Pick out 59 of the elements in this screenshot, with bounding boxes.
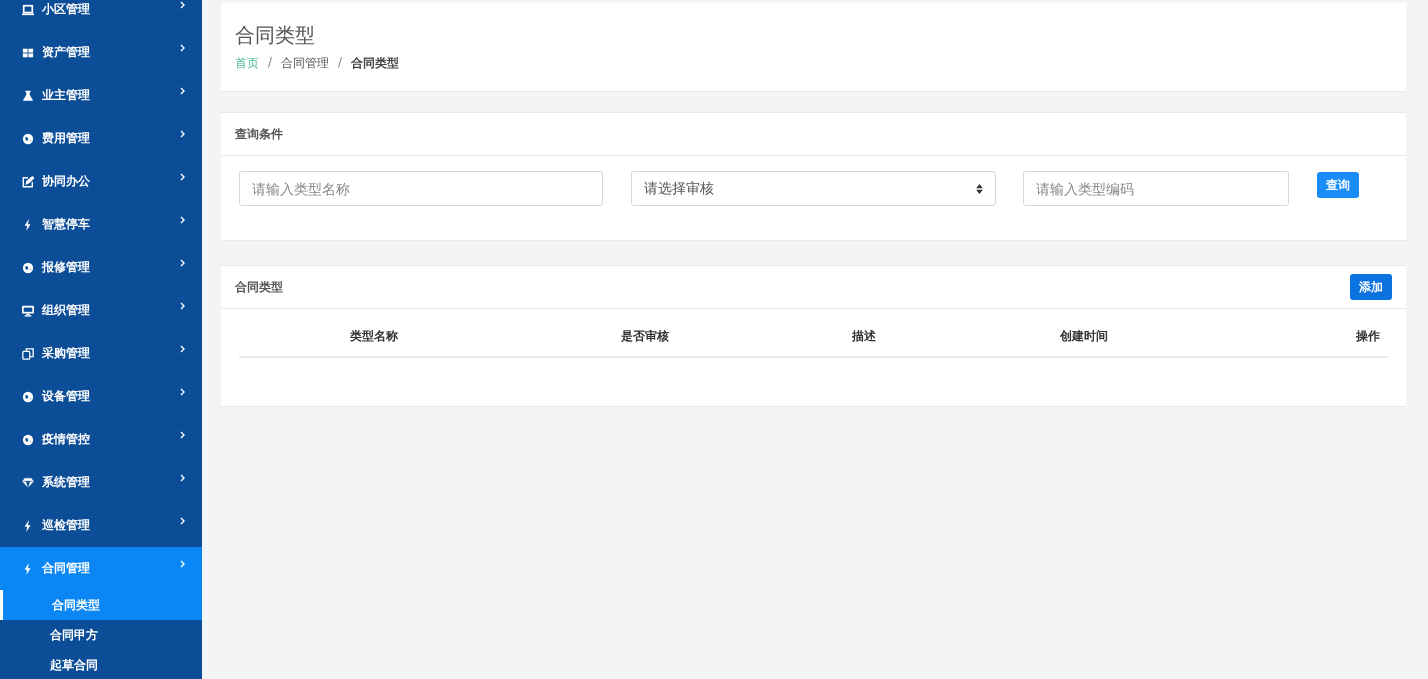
chevron-icon (180, 43, 186, 52)
flask-icon (22, 89, 34, 102)
column-header: 是否审核 (620, 328, 670, 345)
chevron-icon (180, 516, 186, 525)
breadcrumb-item: 合同类型 (351, 55, 400, 72)
select-field[interactable]: 请选择审核 (631, 171, 996, 206)
sidebar-item[interactable]: 资产管理 (0, 31, 202, 74)
chevron-icon (180, 559, 186, 568)
chevron-icon (180, 172, 186, 181)
edit-icon (22, 175, 34, 188)
panel-title: 合同类型 (235, 278, 283, 296)
diamond-icon (22, 476, 34, 489)
column-header: 描述 (851, 328, 877, 345)
sidebar-item[interactable]: 报修管理 (0, 246, 202, 289)
sort-icon (976, 183, 983, 194)
input-field[interactable]: 请输入类型名称 (239, 171, 603, 206)
grid-icon (22, 46, 34, 59)
panel-title: 查询条件 (235, 125, 283, 143)
chevron-icon (180, 387, 186, 396)
sidebar-item[interactable]: 系统管理 (0, 461, 202, 504)
breadcrumb-separator: / (338, 55, 343, 71)
chevron-icon (180, 473, 186, 482)
monitor-icon (22, 304, 34, 317)
sidebar-item[interactable]: 业主管理 (0, 74, 202, 117)
page-title: 合同类型 (235, 22, 316, 47)
chevron-icon (180, 0, 186, 9)
sidebar-item[interactable]: 智慧停车 (0, 203, 202, 246)
laptop-icon (22, 3, 34, 16)
chevron-icon (180, 258, 186, 267)
globe-icon (22, 390, 34, 403)
breadcrumb-separator: / (268, 55, 273, 71)
input-field[interactable]: 请输入类型编码 (1023, 171, 1289, 206)
chevron-icon (180, 430, 186, 439)
chevron-icon (180, 301, 186, 310)
column-header: 类型名称 (349, 328, 399, 345)
sidebar-item[interactable]: 合同管理 (0, 547, 202, 590)
chevron-icon (180, 344, 186, 353)
sidebar-item[interactable]: 小区管理 (0, 0, 202, 31)
globe-icon (22, 433, 34, 446)
sidebar-item[interactable]: 费用管理 (0, 117, 202, 160)
column-header: 创建时间 (1059, 328, 1109, 345)
submenu-item[interactable]: 起草合同 (0, 650, 202, 679)
globe-icon (22, 261, 34, 274)
chevron-icon (180, 86, 186, 95)
sidebar-item[interactable]: 疫情管控 (0, 418, 202, 461)
submenu-item[interactable]: 合同类型 (0, 590, 202, 620)
column-header: 操作 (1355, 328, 1381, 345)
add-button[interactable]: 添加 (1350, 274, 1392, 300)
sidebar-item[interactable]: 采购管理 (0, 332, 202, 375)
chevron-icon (180, 215, 186, 224)
sidebar-item[interactable]: 巡检管理 (0, 504, 202, 547)
sidebar-item[interactable]: 协同办公 (0, 160, 202, 203)
clone-icon (22, 347, 34, 360)
sidebar-item[interactable]: 设备管理 (0, 375, 202, 418)
sidebar-item[interactable]: 组织管理 (0, 289, 202, 332)
globe-icon (22, 132, 34, 145)
submenu-item[interactable]: 合同甲方 (0, 620, 202, 650)
chevron-icon (180, 129, 186, 138)
breadcrumb-item: 合同管理 (281, 55, 330, 72)
